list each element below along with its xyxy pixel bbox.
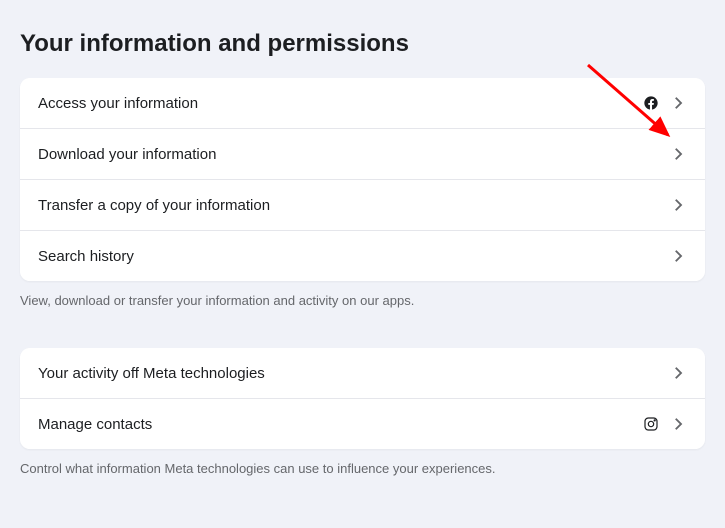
chevron-right-icon [669, 94, 687, 112]
row-label: Manage contacts [38, 416, 152, 433]
chevron-right-icon [669, 145, 687, 163]
facebook-icon [643, 95, 659, 111]
row-manage-contacts[interactable]: Manage contacts [20, 399, 705, 449]
settings-group-information: Access your information Download your in… [20, 78, 705, 281]
page-title: Your information and permissions [20, 30, 705, 58]
row-download-information[interactable]: Download your information [20, 129, 705, 180]
chevron-right-icon [669, 247, 687, 265]
row-label: Access your information [38, 95, 198, 112]
row-activity-off-meta[interactable]: Your activity off Meta technologies [20, 348, 705, 399]
chevron-right-icon [669, 415, 687, 433]
group-caption: Control what information Meta technologi… [20, 461, 705, 476]
instagram-icon [643, 416, 659, 432]
settings-group-activity: Your activity off Meta technologies Mana… [20, 348, 705, 449]
row-search-history[interactable]: Search history [20, 231, 705, 281]
group-caption: View, download or transfer your informat… [20, 293, 705, 308]
row-label: Search history [38, 248, 134, 265]
row-label: Transfer a copy of your information [38, 197, 270, 214]
row-label: Download your information [38, 146, 216, 163]
row-access-information[interactable]: Access your information [20, 78, 705, 129]
chevron-right-icon [669, 196, 687, 214]
chevron-right-icon [669, 364, 687, 382]
row-label: Your activity off Meta technologies [38, 365, 265, 382]
row-transfer-copy[interactable]: Transfer a copy of your information [20, 180, 705, 231]
